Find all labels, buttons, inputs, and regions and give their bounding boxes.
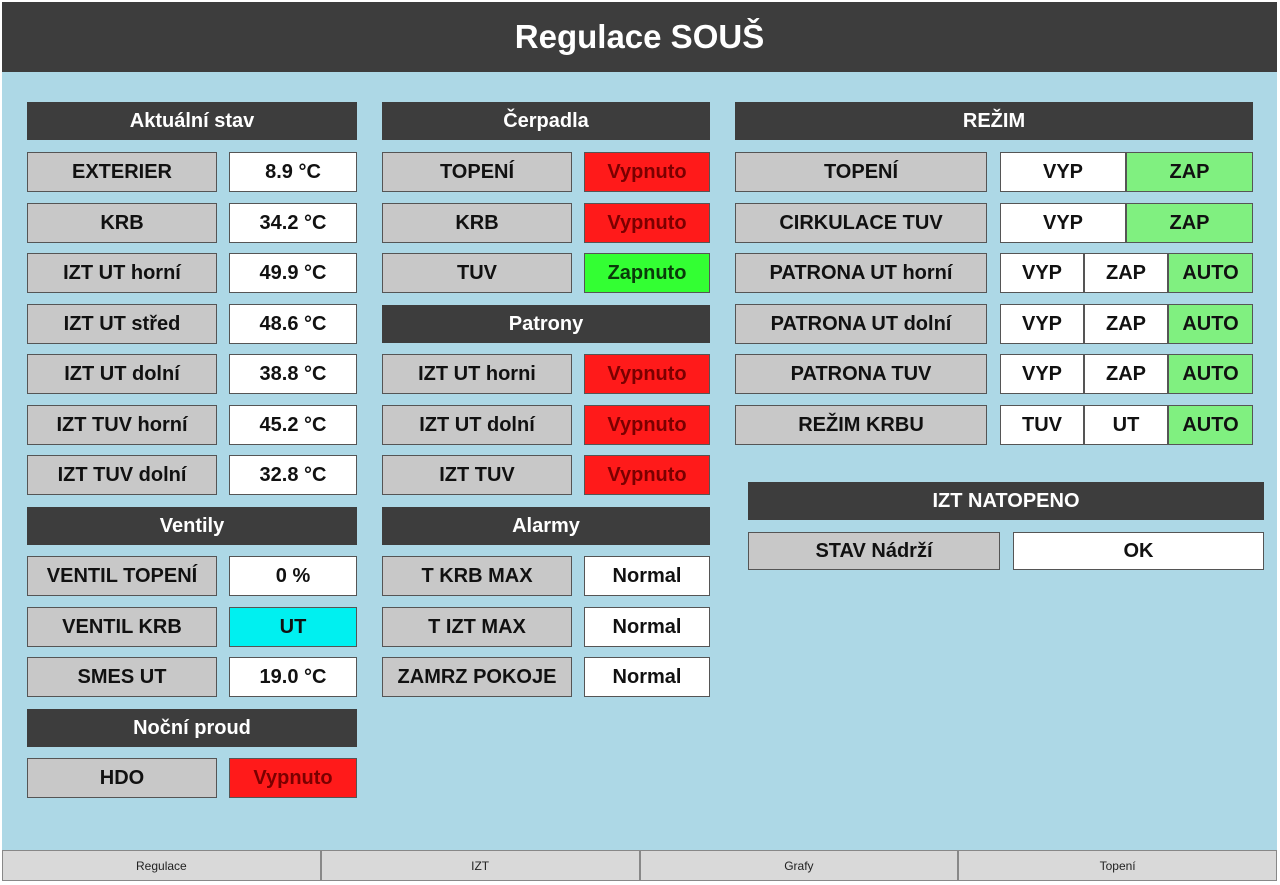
label-izt-ut-dolni: IZT UT dolní	[27, 354, 217, 394]
label-patrona-izt-tuv: IZT TUV	[382, 455, 572, 495]
rezim-patrona-ut-horni-auto-button[interactable]: AUTO	[1168, 253, 1253, 293]
label-patrona-izt-ut-dolni: IZT UT dolní	[382, 405, 572, 445]
label-stav-nadrzi: STAV Nádrží	[748, 532, 1000, 570]
status-hdo: Vypnuto	[229, 758, 357, 798]
value-krb: 34.2 °C	[229, 203, 357, 243]
status-alarm-zamrz-pokoje: Normal	[584, 657, 710, 697]
value-smes-ut: 19.0 °C	[229, 657, 357, 697]
section-header-alarmy: Alarmy	[382, 507, 710, 545]
section-header-izt-natopeno: IZT NATOPENO	[748, 482, 1264, 520]
rezim-patrona-ut-dolni-zap-button[interactable]: ZAP	[1084, 304, 1168, 344]
value-izt-ut-dolni: 38.8 °C	[229, 354, 357, 394]
label-izt-tuv-dolni: IZT TUV dolní	[27, 455, 217, 495]
label-cerpadlo-topeni: TOPENÍ	[382, 152, 572, 192]
rezim-patrona-tuv-zap-button[interactable]: ZAP	[1084, 354, 1168, 394]
nav-tab-grafy[interactable]: Grafy	[639, 850, 959, 881]
status-alarm-t-krb-max: Normal	[584, 556, 710, 596]
nav-tab-izt[interactable]: IZT	[320, 850, 640, 881]
label-rezim-patrona-ut-dolni: PATRONA UT dolní	[735, 304, 987, 344]
label-alarm-t-krb-max: T KRB MAX	[382, 556, 572, 596]
page-title: Regulace SOUŠ	[2, 2, 1277, 72]
label-ventil-krb: VENTIL KRB	[27, 607, 217, 647]
status-patrona-izt-ut-horni: Vypnuto	[584, 354, 710, 394]
rezim-patrona-tuv-vyp-button[interactable]: VYP	[1000, 354, 1084, 394]
rezim-krbu-auto-button[interactable]: AUTO	[1168, 405, 1253, 445]
main-panel: Aktuální stav EXTERIER 8.9 °C KRB 34.2 °…	[2, 72, 1277, 850]
label-izt-ut-horni: IZT UT horní	[27, 253, 217, 293]
rezim-topeni-zap-button[interactable]: ZAP	[1126, 152, 1253, 192]
label-rezim-krbu: REŽIM KRBU	[735, 405, 987, 445]
rezim-patrona-ut-dolni-auto-button[interactable]: AUTO	[1168, 304, 1253, 344]
section-header-cerpadla: Čerpadla	[382, 102, 710, 140]
section-header-ventily: Ventily	[27, 507, 357, 545]
value-izt-ut-stred: 48.6 °C	[229, 304, 357, 344]
value-stav-nadrzi: OK	[1013, 532, 1264, 570]
rezim-krbu-ut-button[interactable]: UT	[1084, 405, 1168, 445]
value-izt-tuv-horni: 45.2 °C	[229, 405, 357, 445]
rezim-krbu-tuv-button[interactable]: TUV	[1000, 405, 1084, 445]
value-ventil-krb: UT	[229, 607, 357, 647]
rezim-patrona-ut-horni-vyp-button[interactable]: VYP	[1000, 253, 1084, 293]
status-alarm-t-izt-max: Normal	[584, 607, 710, 647]
status-cerpadlo-tuv: Zapnuto	[584, 253, 710, 293]
value-izt-ut-horni: 49.9 °C	[229, 253, 357, 293]
bottom-nav: Regulace IZT Grafy Topení	[2, 850, 1277, 881]
status-patrona-izt-tuv: Vypnuto	[584, 455, 710, 495]
label-alarm-zamrz-pokoje: ZAMRZ POKOJE	[382, 657, 572, 697]
section-header-aktualni: Aktuální stav	[27, 102, 357, 140]
value-izt-tuv-dolni: 32.8 °C	[229, 455, 357, 495]
rezim-patrona-ut-dolni-vyp-button[interactable]: VYP	[1000, 304, 1084, 344]
section-header-patrony: Patrony	[382, 305, 710, 343]
status-patrona-izt-ut-dolni: Vypnuto	[584, 405, 710, 445]
label-cerpadlo-krb: KRB	[382, 203, 572, 243]
section-header-nocni-proud: Noční proud	[27, 709, 357, 747]
status-cerpadlo-krb: Vypnuto	[584, 203, 710, 243]
nav-tab-topeni[interactable]: Topení	[958, 850, 1277, 881]
label-izt-ut-stred: IZT UT střed	[27, 304, 217, 344]
rezim-patrona-ut-horni-zap-button[interactable]: ZAP	[1084, 253, 1168, 293]
label-exterier: EXTERIER	[27, 152, 217, 192]
value-exterier: 8.9 °C	[229, 152, 357, 192]
value-ventil-topeni: 0 %	[229, 556, 357, 596]
label-smes-ut: SMES UT	[27, 657, 217, 697]
rezim-patrona-tuv-auto-button[interactable]: AUTO	[1168, 354, 1253, 394]
label-rezim-patrona-ut-horni: PATRONA UT horní	[735, 253, 987, 293]
label-rezim-topeni: TOPENÍ	[735, 152, 987, 192]
label-patrona-izt-ut-horni: IZT UT horni	[382, 354, 572, 394]
rezim-cirkulace-zap-button[interactable]: ZAP	[1126, 203, 1253, 243]
label-ventil-topeni: VENTIL TOPENÍ	[27, 556, 217, 596]
label-hdo: HDO	[27, 758, 217, 798]
label-izt-tuv-horni: IZT TUV horní	[27, 405, 217, 445]
nav-tab-regulace[interactable]: Regulace	[2, 850, 321, 881]
label-rezim-cirkulace-tuv: CIRKULACE TUV	[735, 203, 987, 243]
label-alarm-t-izt-max: T IZT MAX	[382, 607, 572, 647]
rezim-topeni-vyp-button[interactable]: VYP	[1000, 152, 1126, 192]
status-cerpadlo-topeni: Vypnuto	[584, 152, 710, 192]
label-rezim-patrona-tuv: PATRONA TUV	[735, 354, 987, 394]
label-cerpadlo-tuv: TUV	[382, 253, 572, 293]
rezim-cirkulace-vyp-button[interactable]: VYP	[1000, 203, 1126, 243]
section-header-rezim: REŽIM	[735, 102, 1253, 140]
label-krb: KRB	[27, 203, 217, 243]
